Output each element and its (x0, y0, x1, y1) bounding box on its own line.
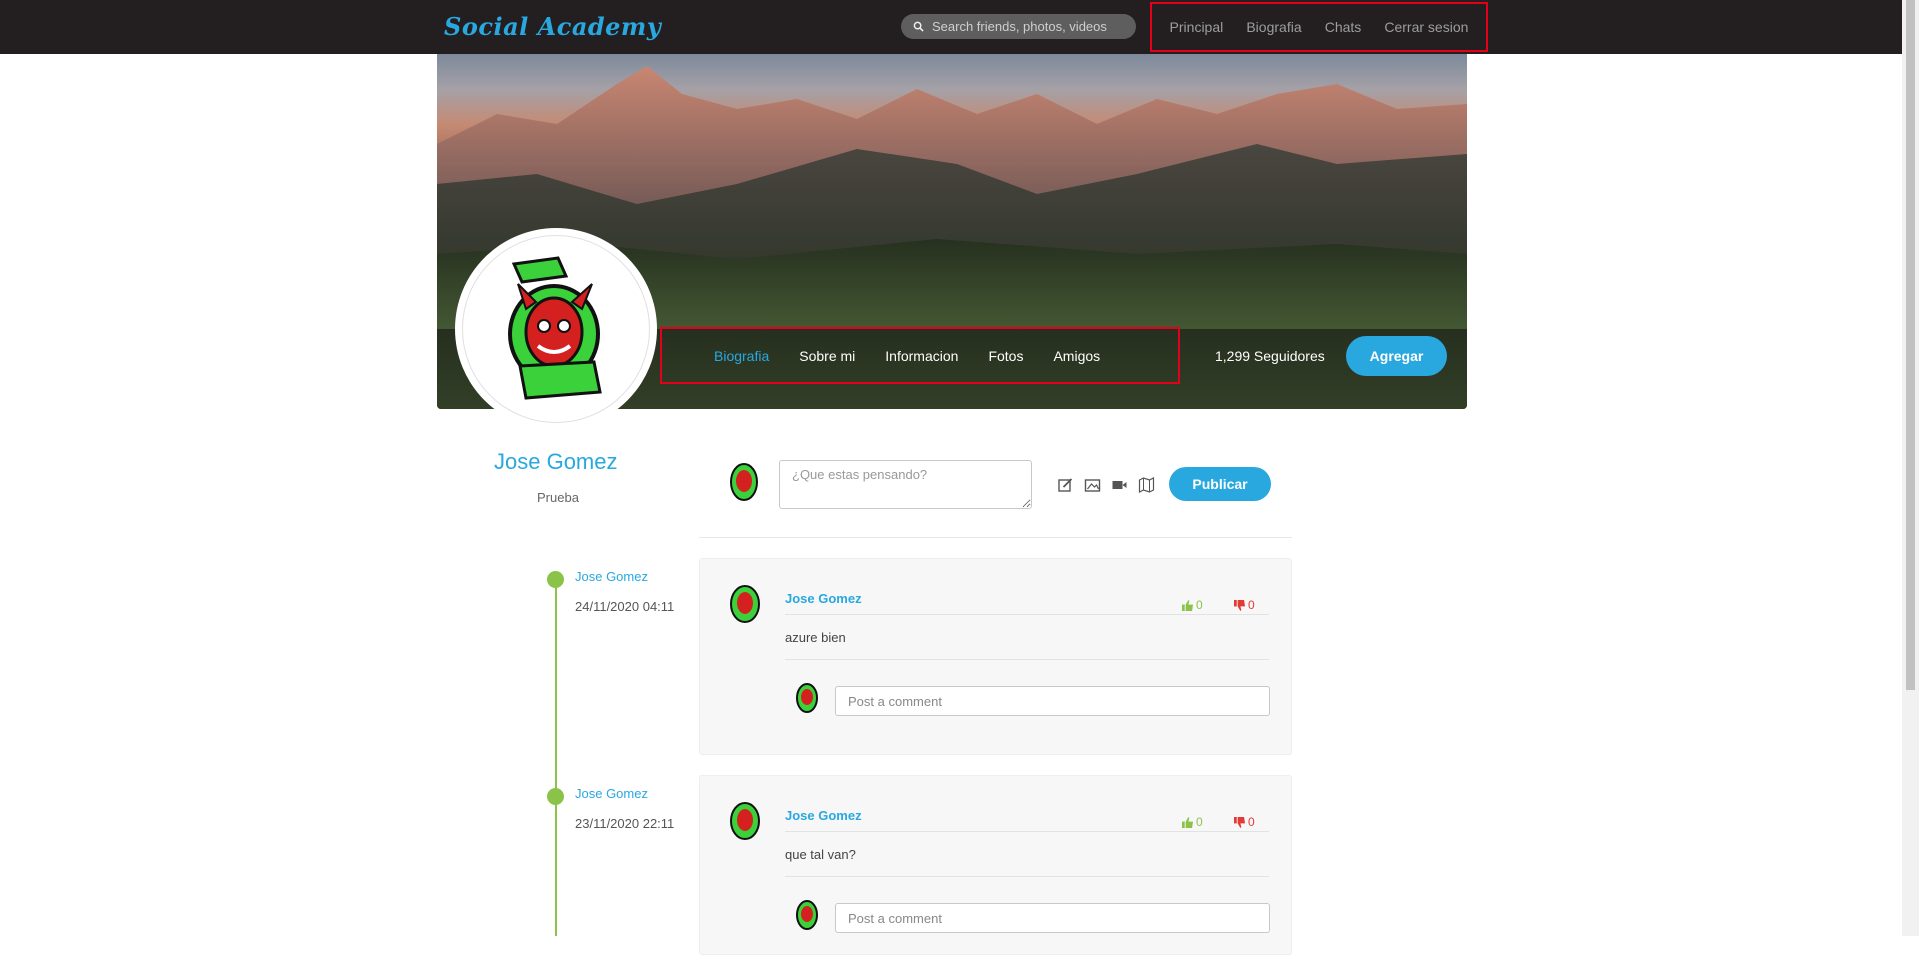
page-scrollbar[interactable] (1902, 0, 1919, 936)
top-nav-menu: Principal Biografia Chats Cerrar sesion (1150, 2, 1488, 52)
dislike-count: 0 (1248, 815, 1255, 829)
profile-name: Jose Gomez (494, 449, 618, 474)
timeline-author[interactable]: Jose Gomez (575, 786, 648, 801)
post-divider (785, 659, 1269, 660)
post-author[interactable]: Jose Gomez (785, 808, 862, 823)
team-erlik-logo (508, 256, 602, 400)
timeline-line (555, 580, 557, 936)
search-icon (913, 21, 924, 32)
search-input[interactable] (930, 18, 1134, 35)
post-divider (785, 876, 1269, 877)
brand-logo[interactable]: Social Academy (444, 12, 661, 41)
composer-avatar (730, 463, 758, 501)
dislike-count: 0 (1248, 598, 1255, 612)
timeline-date: 24/11/2020 04:11 (575, 599, 675, 614)
post-avatar (730, 802, 760, 840)
tab-sobre-mi[interactable]: Sobre mi (799, 348, 855, 364)
top-navbar: Social Academy Principal Biografia Chats… (0, 0, 1902, 54)
status-textarea[interactable] (779, 460, 1032, 509)
comment-input[interactable] (835, 903, 1270, 933)
like-button[interactable]: 0 (1182, 815, 1203, 829)
search-box[interactable] (901, 14, 1136, 39)
post-text: que tal van? (785, 847, 856, 862)
like-count: 0 (1196, 815, 1203, 829)
post-card: Jose Gomez 0 0 azure bien (699, 558, 1292, 755)
nav-cerrar-sesion[interactable]: Cerrar sesion (1384, 19, 1468, 35)
timeline-author[interactable]: Jose Gomez (575, 569, 648, 584)
profile-avatar[interactable] (455, 228, 657, 430)
edit-icon[interactable] (1057, 477, 1074, 493)
thumbs-up-icon (1182, 816, 1193, 828)
tab-fotos[interactable]: Fotos (988, 348, 1023, 364)
followers-count: 1,299 Seguidores (1215, 348, 1325, 364)
publish-button[interactable]: Publicar (1169, 467, 1271, 501)
scrollbar-thumb[interactable] (1906, 0, 1915, 690)
tab-biografia[interactable]: Biografia (714, 348, 769, 364)
nav-chats[interactable]: Chats (1325, 19, 1362, 35)
post-author[interactable]: Jose Gomez (785, 591, 862, 606)
tab-amigos[interactable]: Amigos (1053, 348, 1100, 364)
profile-tabs: Biografia Sobre mi Informacion Fotos Ami… (660, 327, 1180, 384)
composer-divider (699, 537, 1292, 538)
like-count: 0 (1196, 598, 1203, 612)
timeline-dot (547, 571, 564, 588)
thumbs-down-icon (1234, 816, 1245, 828)
like-button[interactable]: 0 (1182, 598, 1203, 612)
add-friend-button[interactable]: Agregar (1346, 336, 1447, 376)
map-icon[interactable] (1138, 477, 1155, 493)
post-avatar (730, 585, 760, 623)
video-icon[interactable] (1111, 477, 1128, 493)
dislike-button[interactable]: 0 (1234, 598, 1255, 612)
post-text: azure bien (785, 630, 846, 645)
profile-subtitle: Prueba (537, 490, 579, 505)
post-divider (785, 831, 1269, 832)
post-card: Jose Gomez 0 0 que tal van? (699, 775, 1292, 955)
timeline-dot (547, 788, 564, 805)
timeline-date: 23/11/2020 22:11 (575, 816, 675, 831)
nav-principal[interactable]: Principal (1170, 19, 1224, 35)
thumbs-down-icon (1234, 599, 1245, 611)
comment-input[interactable] (835, 686, 1270, 716)
comment-avatar (796, 900, 818, 930)
thumbs-up-icon (1182, 599, 1193, 611)
image-icon[interactable] (1084, 477, 1101, 493)
comment-avatar (796, 683, 818, 713)
nav-biografia[interactable]: Biografia (1246, 19, 1301, 35)
dislike-button[interactable]: 0 (1234, 815, 1255, 829)
post-divider (785, 614, 1269, 615)
tab-informacion[interactable]: Informacion (885, 348, 958, 364)
